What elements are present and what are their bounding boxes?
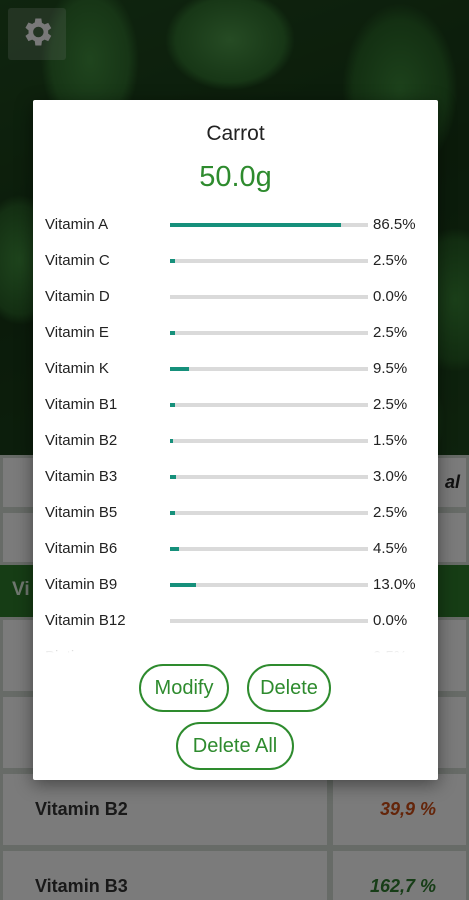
vitamin-row: Vitamin E 2.5% [33,316,438,352]
food-detail-dialog: Carrot 50.0g Vitamin A 86.5% Vitamin C 2.5%… [33,100,438,780]
vitamin-progress-track [170,331,368,335]
vitamin-progress-track [170,439,368,443]
vitamin-progress-fill [170,223,341,227]
list-fade [33,636,438,656]
vitamin-row: Vitamin B12 0.0% [33,604,438,640]
vitamin-name: Vitamin B5 [45,504,118,521]
vitamin-progress-track [170,583,368,587]
vitamin-row: Vitamin D 0.0% [33,280,438,316]
vitamin-row: Vitamin B6 4.5% [33,532,438,568]
vitamin-list[interactable]: Vitamin A 86.5% Vitamin C 2.5% Vitamin D 0.0%… [33,208,438,654]
vitamin-percent: 4.5% [373,540,408,557]
vitamin-progress-fill [170,403,175,407]
vitamin-progress-track [170,259,368,263]
vitamin-progress-track [170,295,368,299]
vitamin-progress-track [170,367,368,371]
vitamin-progress-fill [170,259,175,263]
vitamin-name: Vitamin A [45,216,109,233]
vitamin-name: Vitamin B9 [45,576,118,593]
vitamin-progress-track [170,403,368,407]
food-name: Carrot [206,122,265,145]
delete-button[interactable]: Delete [247,664,331,712]
vitamin-progress-fill [170,583,196,587]
vitamin-percent: 0.0% [373,288,408,305]
vitamin-row: Vitamin A 86.5% [33,208,438,244]
vitamin-row: Vitamin K 9.5% [33,352,438,388]
vitamin-progress-track [170,547,368,551]
vitamin-name: Vitamin B12 [45,612,126,629]
vitamin-row: Vitamin B3 3.0% [33,460,438,496]
modify-button[interactable]: Modify [139,664,229,712]
vitamin-row: Vitamin B1 2.5% [33,388,438,424]
vitamin-progress-fill [170,511,175,515]
vitamin-percent: 2.5% [373,504,408,521]
vitamin-progress-fill [170,367,189,371]
vitamin-row: Vitamin B5 2.5% [33,496,438,532]
vitamin-name: Vitamin B3 [45,468,118,485]
vitamin-row: Vitamin B9 13.0% [33,568,438,604]
vitamin-name: Vitamin B2 [45,432,118,449]
vitamin-progress-track [170,475,368,479]
vitamin-percent: 2.5% [373,252,408,269]
vitamin-percent: 2.5% [373,324,408,341]
vitamin-progress-track [170,511,368,515]
vitamin-progress-fill [170,475,176,479]
vitamin-percent: 0.0% [373,612,408,629]
vitamin-progress-fill [170,439,173,443]
vitamin-name: Vitamin B6 [45,540,118,557]
vitamin-name: Vitamin C [45,252,110,269]
vitamin-name: Vitamin K [45,360,109,377]
vitamin-progress-fill [170,331,175,335]
vitamin-percent: 13.0% [373,576,416,593]
vitamin-name: Vitamin E [45,324,109,341]
delete-all-button[interactable]: Delete All [176,722,294,770]
vitamin-percent: 86.5% [373,216,416,233]
food-weight: 50.0g [199,161,272,193]
vitamin-name: Vitamin D [45,288,110,305]
vitamin-percent: 2.5% [373,396,408,413]
vitamin-progress-track [170,619,368,623]
vitamin-row: Vitamin B2 1.5% [33,424,438,460]
vitamin-percent: 9.5% [373,360,408,377]
vitamin-progress-track [170,223,368,227]
vitamin-row: Vitamin C 2.5% [33,244,438,280]
vitamin-percent: 3.0% [373,468,408,485]
vitamin-name: Vitamin B1 [45,396,118,413]
vitamin-progress-fill [170,547,179,551]
vitamin-percent: 1.5% [373,432,408,449]
